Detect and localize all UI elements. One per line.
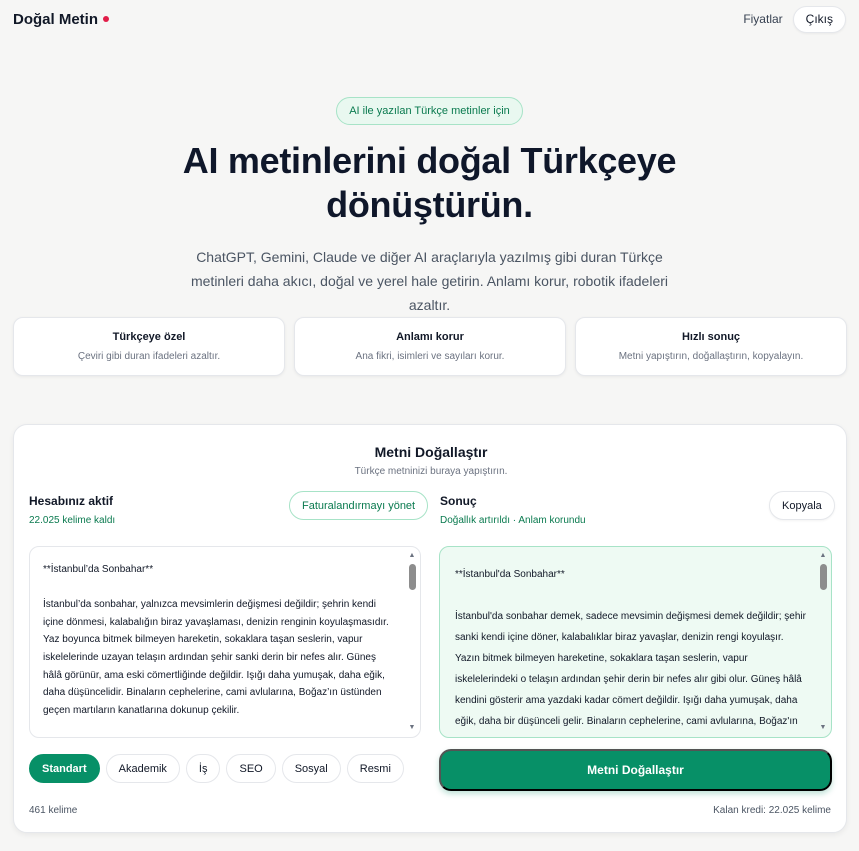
top-nav: Fiyatlar Çıkış [743, 5, 846, 33]
output-box[interactable]: **İstanbul'da Sonbahar** İstanbul'da son… [439, 546, 832, 738]
scroll-down-icon[interactable]: ▼ [406, 723, 418, 733]
mode-is[interactable]: İş [185, 754, 221, 783]
copy-button[interactable]: Kopyala [769, 491, 835, 520]
input-body: İstanbul’da sonbahar, yalnızca mevsimler… [43, 599, 389, 716]
scroll-down-icon[interactable]: ▼ [817, 723, 829, 733]
output-scrollbar[interactable]: ▲ ▼ [817, 549, 829, 735]
top-bar: Doğal Metin Fiyatlar Çıkış [0, 0, 859, 38]
page-title-line-2: dönüştürün. [326, 184, 533, 225]
scroll-thumb[interactable] [820, 564, 827, 590]
output-text: **İstanbul'da Sonbahar** İstanbul'da son… [455, 564, 807, 737]
hero-subtitle: ChatGPT, Gemini, Claude ve diğer AI araç… [190, 249, 669, 313]
panel-title: Metni Doğallaştır [374, 444, 488, 460]
feature-cards: Türkçeye özel Çeviri gibi duran ifadeler… [13, 317, 847, 376]
account-status: Hesabınız aktif [29, 494, 114, 508]
output-body: İstanbul'da sonbahar demek, sadece mevsi… [455, 611, 806, 727]
word-count: 461 kelime [29, 805, 78, 816]
brand-name: Doğal Metin [13, 10, 98, 28]
manage-billing-button[interactable]: Faturalandırmayı yönet [289, 491, 429, 520]
feature-title: Türkçeye özel [112, 331, 186, 343]
pricing-link[interactable]: Fiyatlar [743, 12, 782, 26]
output-heading: **İstanbul'da Sonbahar** [455, 569, 565, 580]
input-textarea[interactable]: **İstanbul’da Sonbahar** İstanbul’da son… [29, 546, 421, 738]
mode-seo[interactable]: SEO [226, 754, 276, 783]
humanize-button[interactable]: Metni Doğallaştır [439, 749, 832, 791]
feature-card-turkish: Türkçeye özel Çeviri gibi duran ifadeler… [13, 317, 285, 376]
remaining-credits: Kalan kredi: 22.025 kelime [713, 805, 831, 816]
scroll-up-icon[interactable]: ▲ [817, 551, 829, 561]
result-title: Sonuç [440, 494, 477, 508]
feature-card-speed: Hızlı sonuç Metni yapıştırın, doğallaştı… [575, 317, 847, 376]
brand-logo[interactable]: Doğal Metin [13, 11, 109, 28]
mode-sosyal[interactable]: Sosyal [281, 754, 341, 783]
brand-dot-icon [103, 16, 109, 22]
humanizer-panel: Metni Doğallaştır Türkçe metninizi buray… [13, 424, 847, 833]
mode-akademik[interactable]: Akademik [105, 754, 180, 783]
hero-badge: AI ile yazılan Türkçe metinler için [336, 97, 523, 125]
mode-resmi[interactable]: Resmi [346, 754, 404, 783]
input-heading: **İstanbul’da Sonbahar** [43, 564, 154, 575]
input-text: **İstanbul’da Sonbahar** İstanbul’da son… [43, 561, 396, 719]
mode-standart[interactable]: Standart [29, 754, 100, 783]
feature-desc: Ana fikri, isimleri ve sayıları korur. [355, 351, 505, 362]
hero-section: AI ile yazılan Türkçe metinler için AI m… [0, 97, 859, 317]
feature-desc: Metni yapıştırın, doğallaştırın, kopyala… [618, 351, 804, 362]
page-title-line-1: AI metinlerini doğal Türkçeye [182, 140, 677, 181]
logout-button[interactable]: Çıkış [792, 5, 846, 33]
account-words-left: 22.025 kelime kaldı [29, 515, 116, 526]
feature-card-meaning: Anlamı korur Ana fikri, isimleri ve sayı… [294, 317, 566, 376]
page-title: AI metinlerini doğal Türkçeye dönüştürün… [0, 139, 859, 227]
input-scrollbar[interactable]: ▲ ▼ [406, 549, 418, 735]
feature-title: Anlamı korur [396, 331, 464, 343]
mode-selector: Standart Akademik İş SEO Sosyal Resmi [29, 754, 404, 783]
scroll-thumb[interactable] [409, 564, 416, 590]
feature-title: Hızlı sonuç [681, 331, 741, 343]
panel-subtitle: Türkçe metninizi buraya yapıştırın. [354, 466, 508, 477]
feature-desc: Çeviri gibi duran ifadeleri azaltır. [77, 351, 221, 362]
scroll-up-icon[interactable]: ▲ [406, 551, 418, 561]
result-meta: Doğallık artırıldı · Anlam korundu [440, 515, 586, 526]
